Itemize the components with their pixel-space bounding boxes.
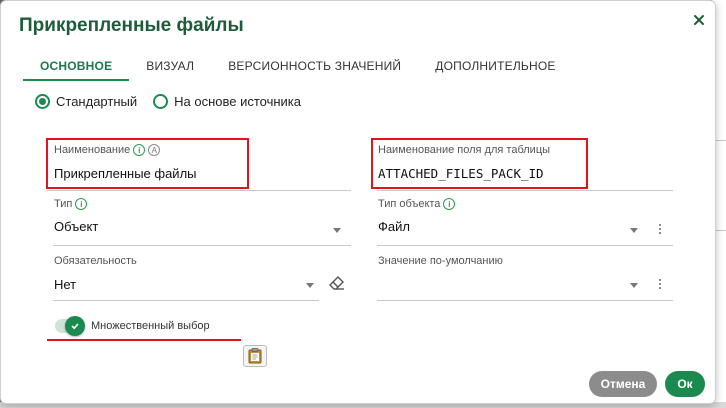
object-type-underline [377, 245, 673, 246]
tab-main[interactable]: ОСНОВНОЕ [23, 51, 130, 81]
type-field-underline [53, 245, 351, 246]
default-value-more-icon[interactable] [658, 278, 662, 290]
required-field-value: Нет [54, 277, 77, 292]
table-field-name-underline [377, 190, 673, 191]
eraser-icon[interactable] [328, 274, 346, 292]
radio-unselected-icon [153, 94, 169, 109]
tab-additional[interactable]: ДОПОЛНИТЕЛЬНОЕ [418, 51, 572, 81]
info-icon[interactable]: i [75, 198, 88, 210]
type-field[interactable]: Тип i Объект [54, 198, 344, 234]
object-type-dropdown-caret-icon[interactable] [630, 228, 638, 233]
radio-standard[interactable]: Стандартный [35, 94, 137, 109]
radio-standard-label: Стандартный [56, 94, 138, 109]
multiple-choice-label: Множественный выбор [91, 320, 210, 332]
object-type-value: Файл [378, 219, 410, 234]
default-value-field[interactable]: Значение по-умолчанию [378, 255, 648, 295]
radio-source-based-label: На основе источника [174, 94, 302, 109]
required-field-label: Обязательность [54, 255, 137, 267]
radio-selected-icon [35, 94, 50, 109]
default-value-label: Значение по-умолчанию [378, 255, 503, 267]
type-field-label: Тип [54, 198, 73, 210]
info-icon[interactable]: i [443, 198, 456, 210]
highlight-box-table-field [371, 138, 588, 189]
ok-button[interactable]: Ок [665, 371, 705, 397]
toggle-switch[interactable] [55, 316, 85, 336]
tab-value-versioning[interactable]: ВЕРСИОННОСТЬ ЗНАЧЕНИЙ [211, 51, 418, 81]
multiple-choice-toggle[interactable]: Множественный выбор [55, 316, 210, 336]
check-icon [65, 316, 85, 336]
clipboard-button[interactable] [243, 345, 267, 367]
tab-visual[interactable]: ВИЗУАЛ [129, 51, 211, 81]
tab-bar: ОСНОВНОЕ ВИЗУАЛ ВЕРСИОННОСТЬ ЗНАЧЕНИЙ ДО… [23, 51, 573, 81]
highlight-box-name [46, 138, 249, 189]
attached-files-dialog: Прикрепленные файлы ОСНОВНОЕ ВИЗУАЛ ВЕРС… [0, 0, 716, 404]
highlight-underline-multiple [47, 339, 241, 341]
object-type-label: Тип объекта [378, 198, 441, 210]
close-icon [694, 15, 704, 25]
dialog-title: Прикрепленные файлы [19, 15, 244, 36]
type-field-value: Объект [54, 219, 99, 234]
cancel-button[interactable]: Отмена [589, 371, 657, 397]
name-field-underline [47, 190, 351, 191]
default-value-dropdown-caret-icon[interactable] [630, 283, 638, 288]
source-mode-radio-group: Стандартный На основе источника [35, 94, 317, 109]
required-field[interactable]: Обязательность Нет [54, 255, 324, 292]
object-type-field[interactable]: Тип объекта i Файл [378, 198, 648, 234]
required-field-underline [53, 300, 319, 301]
object-type-more-icon[interactable] [658, 223, 662, 235]
clipboard-icon [248, 348, 262, 364]
required-dropdown-caret-icon[interactable] [306, 283, 314, 288]
close-button[interactable] [689, 10, 709, 30]
type-dropdown-caret-icon[interactable] [333, 228, 341, 233]
default-value-underline [377, 300, 673, 301]
radio-source-based[interactable]: На основе источника [153, 94, 301, 109]
